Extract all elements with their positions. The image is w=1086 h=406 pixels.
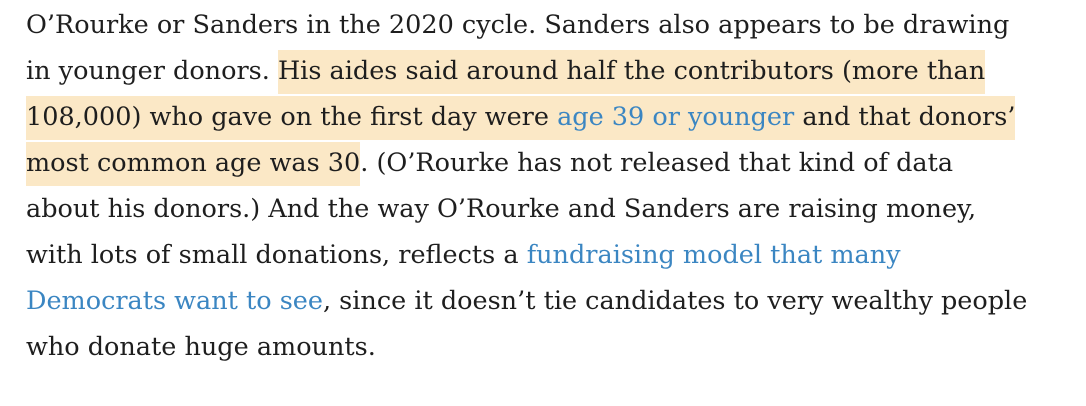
text: about his donors.) And the way O’Rourke … [26, 194, 977, 224]
paragraph-line: Democrats want to see, since it doesn’t … [26, 278, 1066, 324]
text: in younger donors. [26, 56, 278, 86]
text: . (O’Rourke has not released that kind o… [360, 148, 954, 178]
fundraising-model-link[interactable]: Democrats want to see [26, 286, 323, 316]
paragraph-line: O’Rourke or Sanders in the 2020 cycle. S… [26, 2, 1066, 48]
article-body: O’Rourke or Sanders in the 2020 cycle. S… [26, 0, 1066, 370]
fundraising-model-link[interactable]: fundraising model that many [527, 240, 901, 270]
paragraph-line: about his donors.) And the way O’Rourke … [26, 186, 1066, 232]
paragraph-line: in younger donors. His aides said around… [26, 48, 1066, 94]
highlighted-text: His aides said around half the contribut… [277, 50, 986, 94]
age-39-or-younger-link[interactable]: age 39 or younger [557, 102, 794, 132]
text: and that donors’ [794, 102, 1016, 132]
paragraph-line: most common age was 30. (O’Rourke has no… [26, 140, 1066, 186]
text: O’Rourke or Sanders in the 2020 cycle. S… [26, 10, 1010, 40]
text: 108,000) who gave on the first day were [26, 102, 558, 132]
text: who donate huge amounts. [26, 332, 376, 362]
paragraph-line: who donate huge amounts. [26, 324, 1066, 370]
highlighted-text: 108,000) who gave on the first day were … [26, 96, 1016, 140]
text: , since it doesn’t tie candidates to ver… [322, 286, 1028, 316]
paragraph-line: with lots of small donations, reflects a… [26, 232, 1066, 278]
paragraph-line: 108,000) who gave on the first day were … [26, 94, 1066, 140]
highlighted-text: most common age was 30 [26, 142, 361, 186]
text: with lots of small donations, reflects a [26, 240, 527, 270]
